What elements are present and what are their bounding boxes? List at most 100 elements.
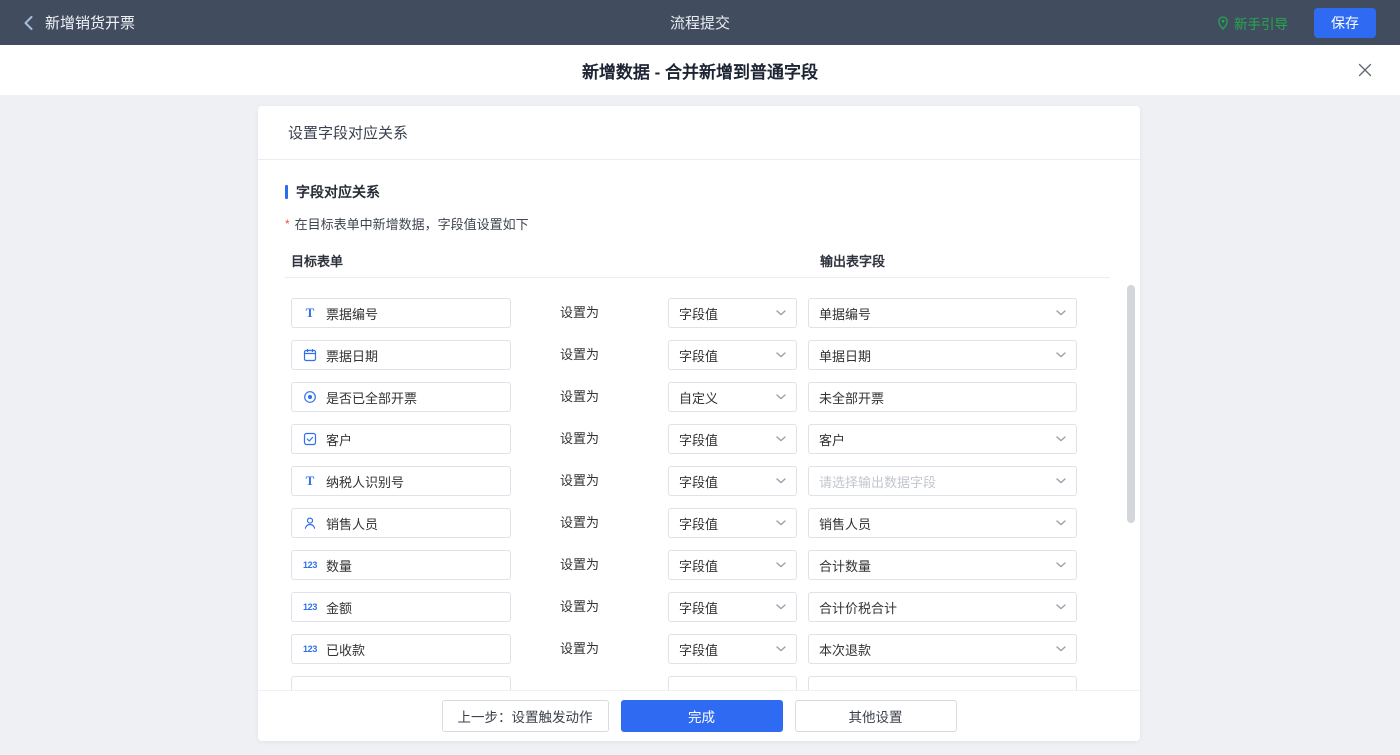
output-field-value: 合计价税合计 — [819, 598, 897, 617]
checkbox-icon — [302, 432, 318, 446]
set-as-label: 设置为 — [560, 550, 599, 580]
output-value-input[interactable]: 未全部开票 — [808, 382, 1077, 412]
output-field-value: 单据编号 — [819, 304, 871, 323]
card-header-title: 设置字段对应关系 — [258, 106, 1140, 160]
output-field-select[interactable]: 请选择输出数据字段 — [808, 466, 1077, 496]
output-field-select[interactable]: 单据日期 — [808, 340, 1077, 370]
set-as-label: 设置为 — [560, 340, 599, 370]
dialog-title: 新增数据 - 合并新增到普通字段 — [582, 58, 818, 83]
mapping-row: T 票据编号 设置为 字段值 单据编号 — [285, 298, 1113, 328]
mode-select[interactable]: 字段值 — [668, 466, 797, 496]
set-as-label: 设置为 — [560, 634, 599, 664]
set-as-label: 设置为 — [560, 466, 599, 496]
chevron-down-icon — [776, 352, 786, 358]
target-field-box[interactable]: T 票据编号 — [291, 298, 511, 328]
topbar-page-title: 新增销货开票 — [45, 12, 135, 33]
top-bar: 新增销货开票 流程提交 新手引导 保存 — [0, 0, 1400, 45]
mode-select[interactable]: 字段值 — [668, 424, 797, 454]
vertical-scrollbar[interactable] — [1127, 285, 1135, 523]
target-field-label: 客户 — [326, 430, 352, 449]
target-field-box[interactable]: 123 已收款 — [291, 634, 511, 664]
section-note-text: 在目标表单中新增数据，字段值设置如下 — [295, 217, 529, 232]
chevron-down-icon — [1056, 310, 1066, 316]
mode-select[interactable]: 字段值 — [668, 634, 797, 664]
mapping-row-partial — [285, 676, 1113, 690]
number-icon: 123 — [302, 602, 318, 612]
output-field-value: 合计数量 — [819, 556, 871, 575]
set-as-label: 设置为 — [560, 592, 599, 622]
prev-step-button[interactable]: 上一步：设置触发动作 — [442, 700, 609, 732]
section-head: 字段对应关系 *在目标表单中新增数据，字段值设置如下 目标表单 输出表字段 — [258, 160, 1140, 278]
output-field-value: 销售人员 — [819, 514, 871, 533]
other-settings-button[interactable]: 其他设置 — [795, 700, 957, 732]
target-field-label: 是否已全部开票 — [326, 388, 417, 407]
mode-select[interactable]: 字段值 — [668, 592, 797, 622]
number-icon: 123 — [302, 644, 318, 654]
rows-container: T 票据编号 设置为 字段值 单据编号 票据日期 设置为 字段值 单据日期 是否… — [285, 272, 1113, 690]
dialog-body: 设置字段对应关系 字段对应关系 *在目标表单中新增数据，字段值设置如下 目标表单… — [0, 95, 1400, 755]
set-as-label: 设置为 — [560, 382, 599, 412]
done-button[interactable]: 完成 — [621, 700, 783, 732]
location-pin-icon — [1217, 16, 1229, 30]
target-field-label: 已收款 — [326, 640, 365, 659]
mode-value: 字段值 — [679, 304, 718, 323]
beginner-guide-link[interactable]: 新手引导 — [1217, 13, 1288, 33]
target-field-label: 数量 — [326, 556, 352, 575]
section-note: *在目标表单中新增数据，字段值设置如下 — [285, 214, 1110, 233]
target-field-box[interactable]: T 纳税人识别号 — [291, 466, 511, 496]
mode-value: 字段值 — [679, 640, 718, 659]
output-field-value: 请选择输出数据字段 — [819, 472, 936, 491]
output-field-select[interactable]: 本次退款 — [808, 634, 1077, 664]
mapping-card: 设置字段对应关系 字段对应关系 *在目标表单中新增数据，字段值设置如下 目标表单… — [258, 106, 1140, 741]
output-field-select[interactable]: 合计价税合计 — [808, 592, 1077, 622]
mapping-row: 123 数量 设置为 字段值 合计数量 — [285, 550, 1113, 580]
target-field-label: 销售人员 — [326, 514, 378, 533]
target-field-box[interactable]: 销售人员 — [291, 508, 511, 538]
back-icon[interactable] — [24, 16, 33, 30]
target-field-box[interactable]: 客户 — [291, 424, 511, 454]
output-field-select[interactable]: 客户 — [808, 424, 1077, 454]
chevron-down-icon — [1056, 520, 1066, 526]
dialog-header: 新增数据 - 合并新增到普通字段 — [0, 45, 1400, 95]
output-value: 未全部开票 — [819, 388, 884, 407]
mapping-row: 是否已全部开票 设置为 自定义 未全部开票 — [285, 382, 1113, 412]
chevron-down-icon — [776, 478, 786, 484]
output-field-select[interactable]: 合计数量 — [808, 550, 1077, 580]
section-accent-bar — [285, 185, 288, 199]
chevron-down-icon — [776, 436, 786, 442]
chevron-down-icon — [776, 562, 786, 568]
chevron-down-icon — [1056, 646, 1066, 652]
topbar-center-title: 流程提交 — [670, 12, 730, 33]
target-field-box[interactable]: 123 数量 — [291, 550, 511, 580]
target-field-label: 票据编号 — [326, 304, 378, 323]
mode-select[interactable] — [668, 676, 797, 690]
chevron-down-icon — [1056, 604, 1066, 610]
mode-select[interactable]: 字段值 — [668, 298, 797, 328]
target-field-box[interactable]: 123 金额 — [291, 592, 511, 622]
mode-value: 字段值 — [679, 556, 718, 575]
target-field-box[interactable]: 票据日期 — [291, 340, 511, 370]
target-field-label: 金额 — [326, 598, 352, 617]
mapping-row: 销售人员 设置为 字段值 销售人员 — [285, 508, 1113, 538]
output-field-value: 本次退款 — [819, 640, 871, 659]
mode-value: 字段值 — [679, 472, 718, 491]
output-field-value: 单据日期 — [819, 346, 871, 365]
output-field-select[interactable]: 销售人员 — [808, 508, 1077, 538]
chevron-down-icon — [776, 520, 786, 526]
mode-select[interactable]: 字段值 — [668, 340, 797, 370]
target-field-label: 纳税人识别号 — [326, 472, 404, 491]
chevron-down-icon — [1056, 436, 1066, 442]
mode-value: 字段值 — [679, 514, 718, 533]
target-field-box[interactable] — [291, 676, 511, 690]
target-field-box[interactable]: 是否已全部开票 — [291, 382, 511, 412]
output-field-value: 客户 — [819, 430, 845, 449]
mode-select[interactable]: 字段值 — [668, 550, 797, 580]
text-field-icon: T — [302, 305, 318, 321]
output-field-select[interactable]: 单据编号 — [808, 298, 1077, 328]
output-field-select[interactable] — [808, 676, 1077, 690]
save-button[interactable]: 保存 — [1314, 8, 1376, 38]
mode-select[interactable]: 自定义 — [668, 382, 797, 412]
mode-select[interactable]: 字段值 — [668, 508, 797, 538]
chevron-down-icon — [776, 646, 786, 652]
close-icon[interactable] — [1356, 61, 1374, 79]
